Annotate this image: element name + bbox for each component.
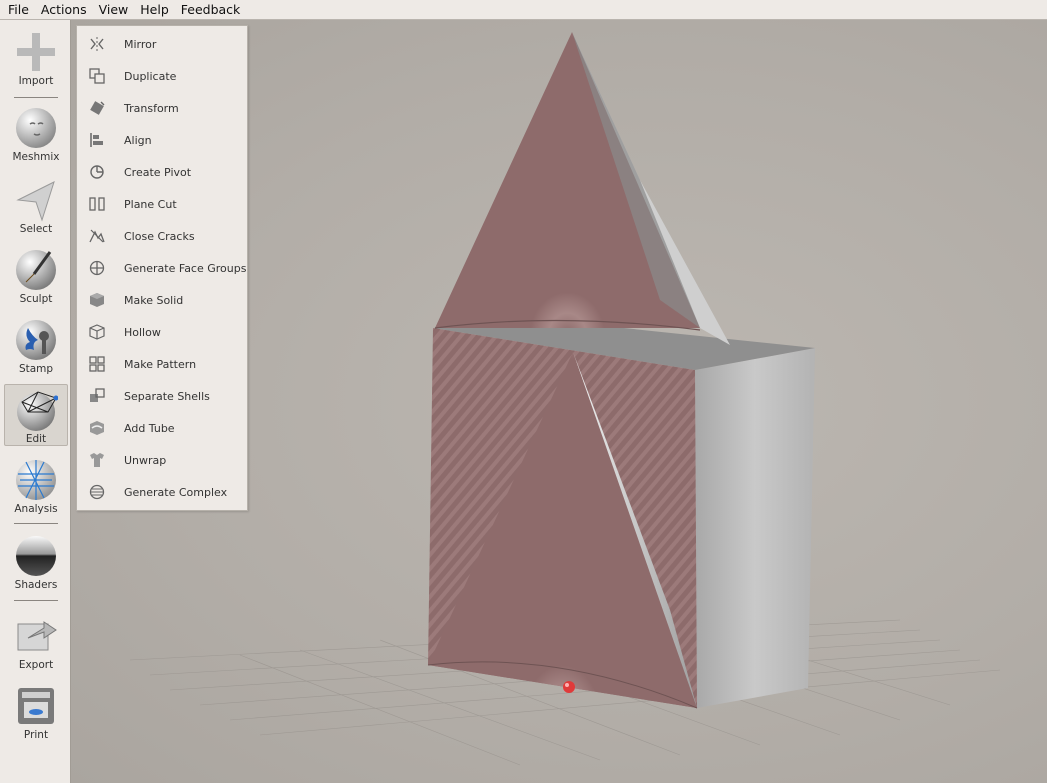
- main-toolbar: Import Meshmix Select Sculpt Stamp Edit …: [0, 20, 71, 783]
- align-icon: [88, 131, 106, 149]
- complex-icon: [88, 483, 106, 501]
- menu-bar: File Actions View Help Feedback: [0, 0, 1047, 20]
- face-groups-icon: [88, 259, 106, 277]
- edit-sphere-icon: [17, 391, 58, 431]
- pattern-icon: [88, 355, 106, 373]
- unwrap-icon: [88, 451, 106, 469]
- edit-menu: Mirror Duplicate Transform Align Create …: [76, 25, 248, 511]
- hollow-icon: [88, 323, 106, 341]
- edit-button[interactable]: Edit: [4, 384, 68, 446]
- menu-item-make-pattern[interactable]: Make Pattern: [77, 348, 247, 380]
- brush-sphere-icon: [16, 250, 56, 290]
- arrow-cursor-icon: [16, 181, 55, 222]
- menu-item-separate-shells[interactable]: Separate Shells: [77, 380, 247, 412]
- sculpt-button[interactable]: Sculpt: [4, 248, 68, 305]
- menu-file[interactable]: File: [4, 2, 33, 17]
- toolbar-divider: [14, 97, 58, 98]
- menu-item-duplicate[interactable]: Duplicate: [77, 60, 247, 92]
- toolbar-divider: [14, 523, 58, 524]
- menu-item-hollow[interactable]: Hollow: [77, 316, 247, 348]
- stamp-button[interactable]: Stamp: [4, 318, 68, 375]
- duplicate-icon: [88, 67, 106, 85]
- menu-actions[interactable]: Actions: [37, 2, 91, 17]
- mirror-icon: [88, 35, 106, 53]
- transform-icon: [88, 99, 106, 117]
- meshmix-button[interactable]: Meshmix: [4, 106, 68, 163]
- toolbar-divider: [14, 600, 58, 601]
- menu-item-unwrap[interactable]: Unwrap: [77, 444, 247, 476]
- stamp-sphere-icon: [16, 320, 56, 360]
- menu-help[interactable]: Help: [136, 2, 173, 17]
- face-sphere-icon: [16, 108, 56, 148]
- mesh-sphere-icon: [16, 460, 56, 500]
- menu-feedback[interactable]: Feedback: [177, 2, 245, 17]
- export-icon: [17, 621, 57, 651]
- plus-icon: [17, 33, 55, 71]
- select-button[interactable]: Select: [4, 178, 68, 235]
- close-cracks-icon: [88, 227, 106, 245]
- menu-item-transform[interactable]: Transform: [77, 92, 247, 124]
- menu-item-close-cracks[interactable]: Close Cracks: [77, 220, 247, 252]
- plane-cut-icon: [88, 195, 106, 213]
- menu-item-mirror[interactable]: Mirror: [77, 28, 247, 60]
- menu-item-generate-face-groups[interactable]: Generate Face Groups: [77, 252, 247, 284]
- menu-item-create-pivot[interactable]: Create Pivot: [77, 156, 247, 188]
- menu-item-generate-complex[interactable]: Generate Complex: [77, 476, 247, 508]
- pivot-dot[interactable]: [563, 681, 575, 693]
- pivot-icon: [88, 163, 106, 181]
- make-solid-icon: [88, 291, 106, 309]
- shaders-button[interactable]: Shaders: [4, 534, 68, 591]
- menu-item-make-solid[interactable]: Make Solid: [77, 284, 247, 316]
- analysis-button[interactable]: Analysis: [4, 458, 68, 515]
- chrome-sphere-icon: [16, 536, 56, 576]
- menu-item-align[interactable]: Align: [77, 124, 247, 156]
- export-button[interactable]: Export: [4, 614, 68, 671]
- print-button[interactable]: Print: [4, 684, 68, 741]
- printer-icon: [18, 688, 54, 724]
- import-button[interactable]: Import: [4, 30, 68, 87]
- menu-item-plane-cut[interactable]: Plane Cut: [77, 188, 247, 220]
- separate-shells-icon: [88, 387, 106, 405]
- add-tube-icon: [88, 419, 106, 437]
- menu-item-add-tube[interactable]: Add Tube: [77, 412, 247, 444]
- menu-view[interactable]: View: [95, 2, 133, 17]
